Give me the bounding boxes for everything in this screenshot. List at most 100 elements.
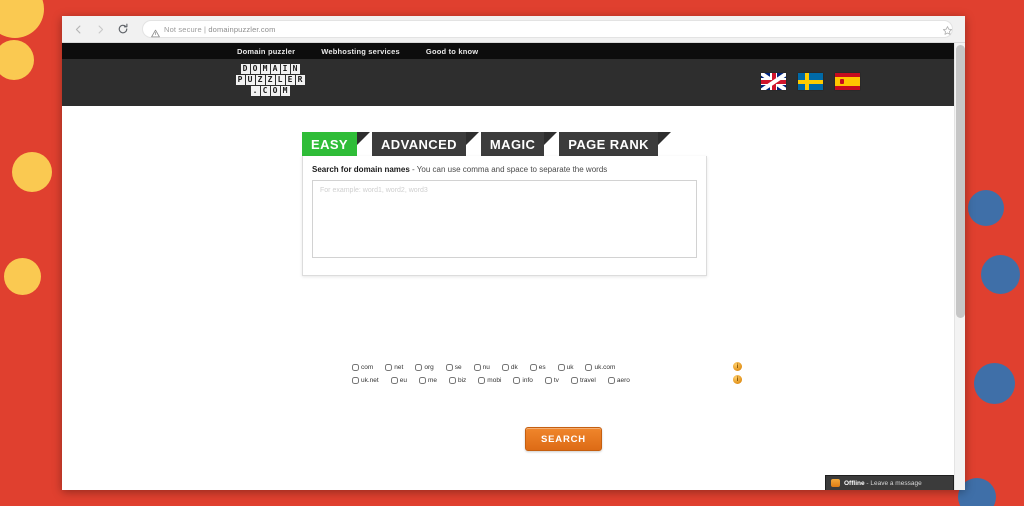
logo-tile: D: [240, 64, 250, 74]
forward-arrow-icon[interactable]: [92, 21, 109, 38]
logo-tile: R: [295, 75, 305, 85]
tld-row-1: com net org se nu dk es uk uk.com i: [352, 361, 742, 374]
logo-tile: .: [250, 86, 260, 96]
decor-dot-yellow-2: [0, 40, 34, 80]
chat-widget[interactable]: Offline - Leave a message: [825, 475, 954, 490]
flag-united-kingdom[interactable]: [761, 73, 786, 90]
tab-magic[interactable]: MAGIC: [480, 132, 558, 156]
tld-option-com[interactable]: com: [352, 364, 373, 371]
tld-checkbox-aero[interactable]: [607, 377, 615, 384]
tld-option-dk[interactable]: dk: [501, 364, 518, 371]
tld-checkbox-mobi[interactable]: [478, 377, 486, 384]
info-icon-row-1[interactable]: i: [733, 362, 742, 371]
tld-checkbox-me[interactable]: [418, 377, 426, 384]
tld-option-travel[interactable]: travel: [570, 377, 596, 384]
tld-checkbox-travel[interactable]: [570, 377, 578, 384]
tld-option-nu[interactable]: nu: [473, 364, 490, 371]
logo-tile: M: [280, 86, 290, 96]
tld-checkbox-nu[interactable]: [473, 364, 481, 371]
tld-checkbox-net[interactable]: [385, 364, 393, 371]
tab-page-rank[interactable]: PAGE RANK: [559, 132, 671, 156]
reload-icon[interactable]: [114, 21, 131, 38]
not-secure-warning-icon: [151, 25, 160, 37]
address-bar[interactable]: Not secure | domainpuzzler.com: [142, 20, 953, 38]
security-label: Not secure: [164, 24, 202, 34]
tld-checkbox-se[interactable]: [445, 364, 453, 371]
tld-option-info[interactable]: info: [513, 377, 533, 384]
tab-easy[interactable]: EASY: [302, 132, 371, 156]
tab-magic-label: MAGIC: [489, 136, 536, 152]
nav-item-domain-puzzler[interactable]: Domain puzzler: [237, 47, 295, 56]
scrollbar-thumb[interactable]: [956, 45, 965, 318]
tld-label: biz: [457, 377, 467, 384]
tab-page-rank-label: PAGE RANK: [568, 136, 649, 152]
info-icon-row-2[interactable]: i: [733, 375, 742, 384]
tab-advanced[interactable]: ADVANCED: [372, 132, 479, 156]
url-host: domainpuzzler.com: [208, 24, 276, 34]
tld-option-mobi[interactable]: mobi: [478, 377, 501, 384]
tld-checkbox-dk[interactable]: [501, 364, 509, 371]
tld-checkbox-es[interactable]: [529, 364, 537, 371]
logo-tile: O: [250, 64, 260, 74]
logo-line-1: DOMAIN: [240, 64, 300, 74]
site-top-nav: Domain puzzler Webhosting services Good …: [62, 43, 965, 59]
tab-easy-label: EASY: [311, 136, 349, 152]
tld-checkbox-org[interactable]: [415, 364, 423, 371]
tld-label: mobi: [487, 377, 502, 384]
tld-option-eu[interactable]: eu: [390, 377, 407, 384]
logo-tile: O: [270, 86, 280, 96]
decor-dot-blue-1: [968, 190, 1004, 226]
tld-option-uk-net[interactable]: uk.net: [352, 377, 379, 384]
back-arrow-icon[interactable]: [70, 21, 87, 38]
tld-option-uk[interactable]: uk: [557, 364, 573, 371]
logo-tile: N: [290, 64, 300, 74]
tld-checkbox-biz[interactable]: [448, 377, 456, 384]
tld-option-me[interactable]: me: [418, 377, 437, 384]
tld-checkbox-tv[interactable]: [544, 377, 552, 384]
logo-line-3: .COM: [250, 86, 290, 96]
tld-checkbox-com[interactable]: [352, 364, 359, 371]
tld-option-es[interactable]: es: [529, 364, 546, 371]
tld-checkbox-info[interactable]: [513, 377, 521, 384]
site-header: DOMAIN PUZZLER .COM: [62, 59, 965, 106]
page-content: EASY ADVANCED MAGIC PAGE RANK Search for…: [62, 106, 965, 490]
tld-label: com: [361, 364, 374, 371]
logo-tile: L: [275, 75, 285, 85]
nav-item-webhosting-services[interactable]: Webhosting services: [321, 47, 400, 56]
tld-option-tv[interactable]: tv: [544, 377, 559, 384]
page-viewport: Domain puzzler Webhosting services Good …: [62, 43, 965, 490]
tld-option-biz[interactable]: biz: [448, 377, 467, 384]
domain-names-input[interactable]: [312, 180, 697, 258]
tld-option-uk-com[interactable]: uk.com: [585, 364, 615, 371]
decor-dot-yellow-4: [4, 258, 41, 295]
browser-toolbar: Not secure | domainpuzzler.com: [62, 16, 965, 43]
search-button[interactable]: SEARCH: [525, 427, 602, 451]
logo-tile: Z: [255, 75, 265, 85]
tld-option-se[interactable]: se: [445, 364, 462, 371]
flag-sweden[interactable]: [798, 73, 823, 90]
url-separator: |: [204, 24, 207, 34]
tld-label: se: [454, 364, 462, 371]
site-logo[interactable]: DOMAIN PUZZLER .COM: [228, 64, 312, 96]
flag-spain[interactable]: [835, 73, 860, 90]
tld-option-aero[interactable]: aero: [607, 377, 630, 384]
tld-checkbox-uk[interactable]: [557, 364, 565, 371]
tld-checkbox-uk-com[interactable]: [585, 364, 593, 371]
search-instruction-bold: Search for domain names: [312, 165, 410, 174]
chat-action: Leave a message: [870, 479, 922, 487]
tab-advanced-label: ADVANCED: [381, 136, 457, 152]
chat-widget-text: Offline - Leave a message: [844, 480, 922, 487]
vertical-scrollbar[interactable]: [954, 43, 965, 490]
logo-tile: E: [285, 75, 295, 85]
tld-option-org[interactable]: org: [415, 364, 434, 371]
tld-label: travel: [579, 377, 596, 384]
tld-checkbox-eu[interactable]: [390, 377, 398, 384]
browser-window: Not secure | domainpuzzler.com Domain pu…: [62, 16, 965, 490]
tld-checkbox-uk-net[interactable]: [352, 377, 359, 384]
nav-item-good-to-know[interactable]: Good to know: [426, 47, 478, 56]
chat-bubble-icon: [831, 479, 840, 487]
tld-label: uk.net: [361, 377, 379, 384]
search-instruction-rest: - You can use comma and space to separat…: [409, 165, 608, 174]
tld-option-net[interactable]: net: [385, 364, 403, 371]
star-icon[interactable]: [942, 23, 953, 35]
